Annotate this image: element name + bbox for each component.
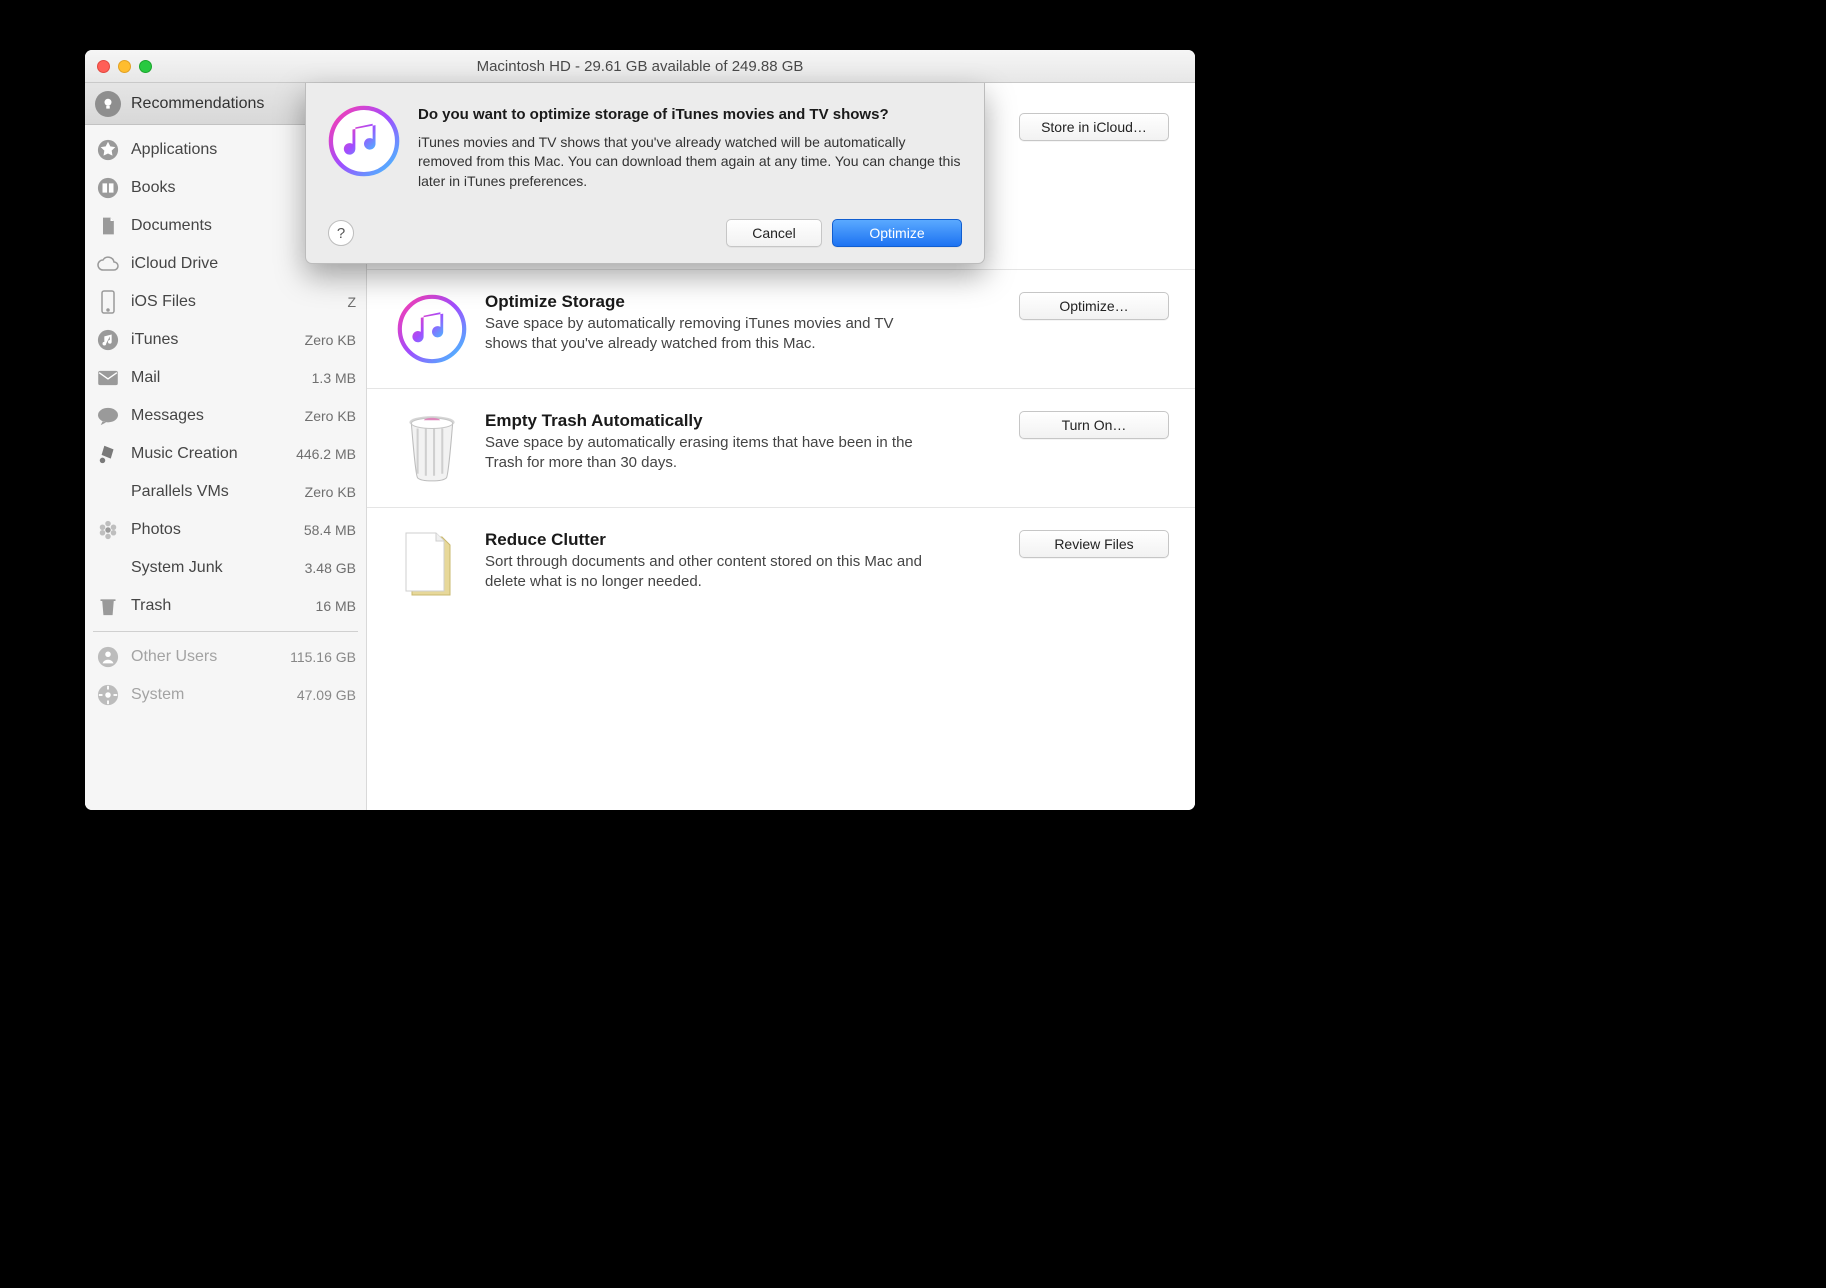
recommendation-title: Reduce Clutter xyxy=(485,530,965,550)
trash-icon xyxy=(95,593,121,619)
dialog-title: Do you want to optimize storage of iTune… xyxy=(418,105,962,125)
sidebar-item-system[interactable]: System 47.09 GB xyxy=(85,676,366,714)
documents-large-icon xyxy=(393,528,471,606)
app-icon xyxy=(95,137,121,163)
turn-on-button[interactable]: Turn On… xyxy=(1019,411,1169,439)
sidebar-item-label: System xyxy=(131,686,287,704)
sidebar-item-mail[interactable]: Mail 1.3 MB xyxy=(85,359,366,397)
itunes-icon xyxy=(328,105,400,177)
recommendation-body: Empty Trash Automatically Save space by … xyxy=(485,409,965,474)
sidebar-item-label: Photos xyxy=(131,521,294,539)
sidebar-item-label: Parallels VMs xyxy=(131,483,295,501)
sidebar-item-ios-files[interactable]: iOS Files Z xyxy=(85,283,366,321)
sidebar-item-size: 446.2 MB xyxy=(296,446,356,462)
recommendation-empty-trash: Empty Trash Automatically Save space by … xyxy=(367,389,1195,508)
sidebar-item-itunes[interactable]: iTunes Zero KB xyxy=(85,321,366,359)
document-icon xyxy=(95,213,121,239)
sidebar-item-label: Trash xyxy=(131,597,306,615)
sidebar-item-trash[interactable]: Trash 16 MB xyxy=(85,587,366,625)
sidebar-item-label: Documents xyxy=(131,217,330,235)
help-button[interactable]: ? xyxy=(328,220,354,246)
recommendation-body: Reduce Clutter Sort through documents an… xyxy=(485,528,965,593)
sidebar-item-size: 1.3 MB xyxy=(312,370,356,386)
trash-large-icon xyxy=(393,409,471,487)
titlebar[interactable]: Macintosh HD - 29.61 GB available of 249… xyxy=(85,50,1195,83)
gear-icon xyxy=(95,682,121,708)
optimize-button[interactable]: Optimize… xyxy=(1019,292,1169,320)
cloud-icon xyxy=(95,251,121,277)
sidebar-item-label: Other Users xyxy=(131,648,280,666)
sidebar-item-size: 47.09 GB xyxy=(297,687,356,703)
review-files-button[interactable]: Review Files xyxy=(1019,530,1169,558)
sidebar-item-label: Messages xyxy=(131,407,295,425)
sidebar-item-size: Zero KB xyxy=(305,484,356,500)
optimize-storage-dialog: Do you want to optimize storage of iTune… xyxy=(305,83,985,264)
lightbulb-icon xyxy=(95,91,121,117)
blank-icon xyxy=(95,555,121,581)
mail-icon xyxy=(95,365,121,391)
sidebar-item-system-junk[interactable]: System Junk 3.48 GB xyxy=(85,549,366,587)
recommendation-body: Optimize Storage Save space by automatic… xyxy=(485,290,965,355)
sidebar-item-size: 16 MB xyxy=(316,598,356,614)
recommendation-desc: Save space by automatically removing iTu… xyxy=(485,314,925,355)
window-title: Macintosh HD - 29.61 GB available of 249… xyxy=(85,58,1195,75)
sidebar-item-size: Z xyxy=(347,294,356,310)
sidebar-item-size: 115.16 GB xyxy=(290,649,356,665)
sidebar-item-label: Applications xyxy=(131,141,330,159)
users-icon xyxy=(95,644,121,670)
cancel-button[interactable]: Cancel xyxy=(726,219,822,247)
sidebar-item-messages[interactable]: Messages Zero KB xyxy=(85,397,366,435)
sidebar-item-size: Zero KB xyxy=(305,332,356,348)
blank-icon xyxy=(95,479,121,505)
recommendation-title: Empty Trash Automatically xyxy=(485,411,965,431)
recommendation-reduce-clutter: Reduce Clutter Sort through documents an… xyxy=(367,508,1195,626)
sidebar-item-label: Music Creation xyxy=(131,445,286,463)
optimize-confirm-button[interactable]: Optimize xyxy=(832,219,962,247)
sidebar-item-music-creation[interactable]: Music Creation 446.2 MB xyxy=(85,435,366,473)
recommendation-optimize-storage: Optimize Storage Save space by automatic… xyxy=(367,270,1195,389)
sidebar-item-label: iOS Files xyxy=(131,293,337,311)
itunes-large-icon xyxy=(393,290,471,368)
dialog-text: Do you want to optimize storage of iTune… xyxy=(418,105,962,191)
recommendation-title: Optimize Storage xyxy=(485,292,965,312)
dialog-description: iTunes movies and TV shows that you've a… xyxy=(418,133,962,192)
messages-icon xyxy=(95,403,121,429)
sidebar-item-size: Zero KB xyxy=(305,408,356,424)
sidebar-separator xyxy=(93,631,358,632)
sidebar-item-size: 3.48 GB xyxy=(305,560,356,576)
sidebar-item-label: System Junk xyxy=(131,559,295,577)
music-note-icon xyxy=(95,327,121,353)
sidebar-item-parallels-vms[interactable]: Parallels VMs Zero KB xyxy=(85,473,366,511)
sidebar-item-other-users[interactable]: Other Users 115.16 GB xyxy=(85,638,366,676)
sidebar-header-label: Recommendations xyxy=(131,95,264,113)
sidebar-item-size: 58.4 MB xyxy=(304,522,356,538)
store-in-icloud-button[interactable]: Store in iCloud… xyxy=(1019,113,1169,141)
recommendation-desc: Save space by automatically erasing item… xyxy=(485,433,925,474)
sidebar-item-label: iTunes xyxy=(131,331,295,349)
music-creation-icon xyxy=(95,441,121,467)
sidebar-item-photos[interactable]: Photos 58.4 MB xyxy=(85,511,366,549)
photos-icon xyxy=(95,517,121,543)
phone-icon xyxy=(95,289,121,315)
sidebar-item-label: Mail xyxy=(131,369,302,387)
book-icon xyxy=(95,175,121,201)
recommendation-desc: Sort through documents and other content… xyxy=(485,552,925,593)
